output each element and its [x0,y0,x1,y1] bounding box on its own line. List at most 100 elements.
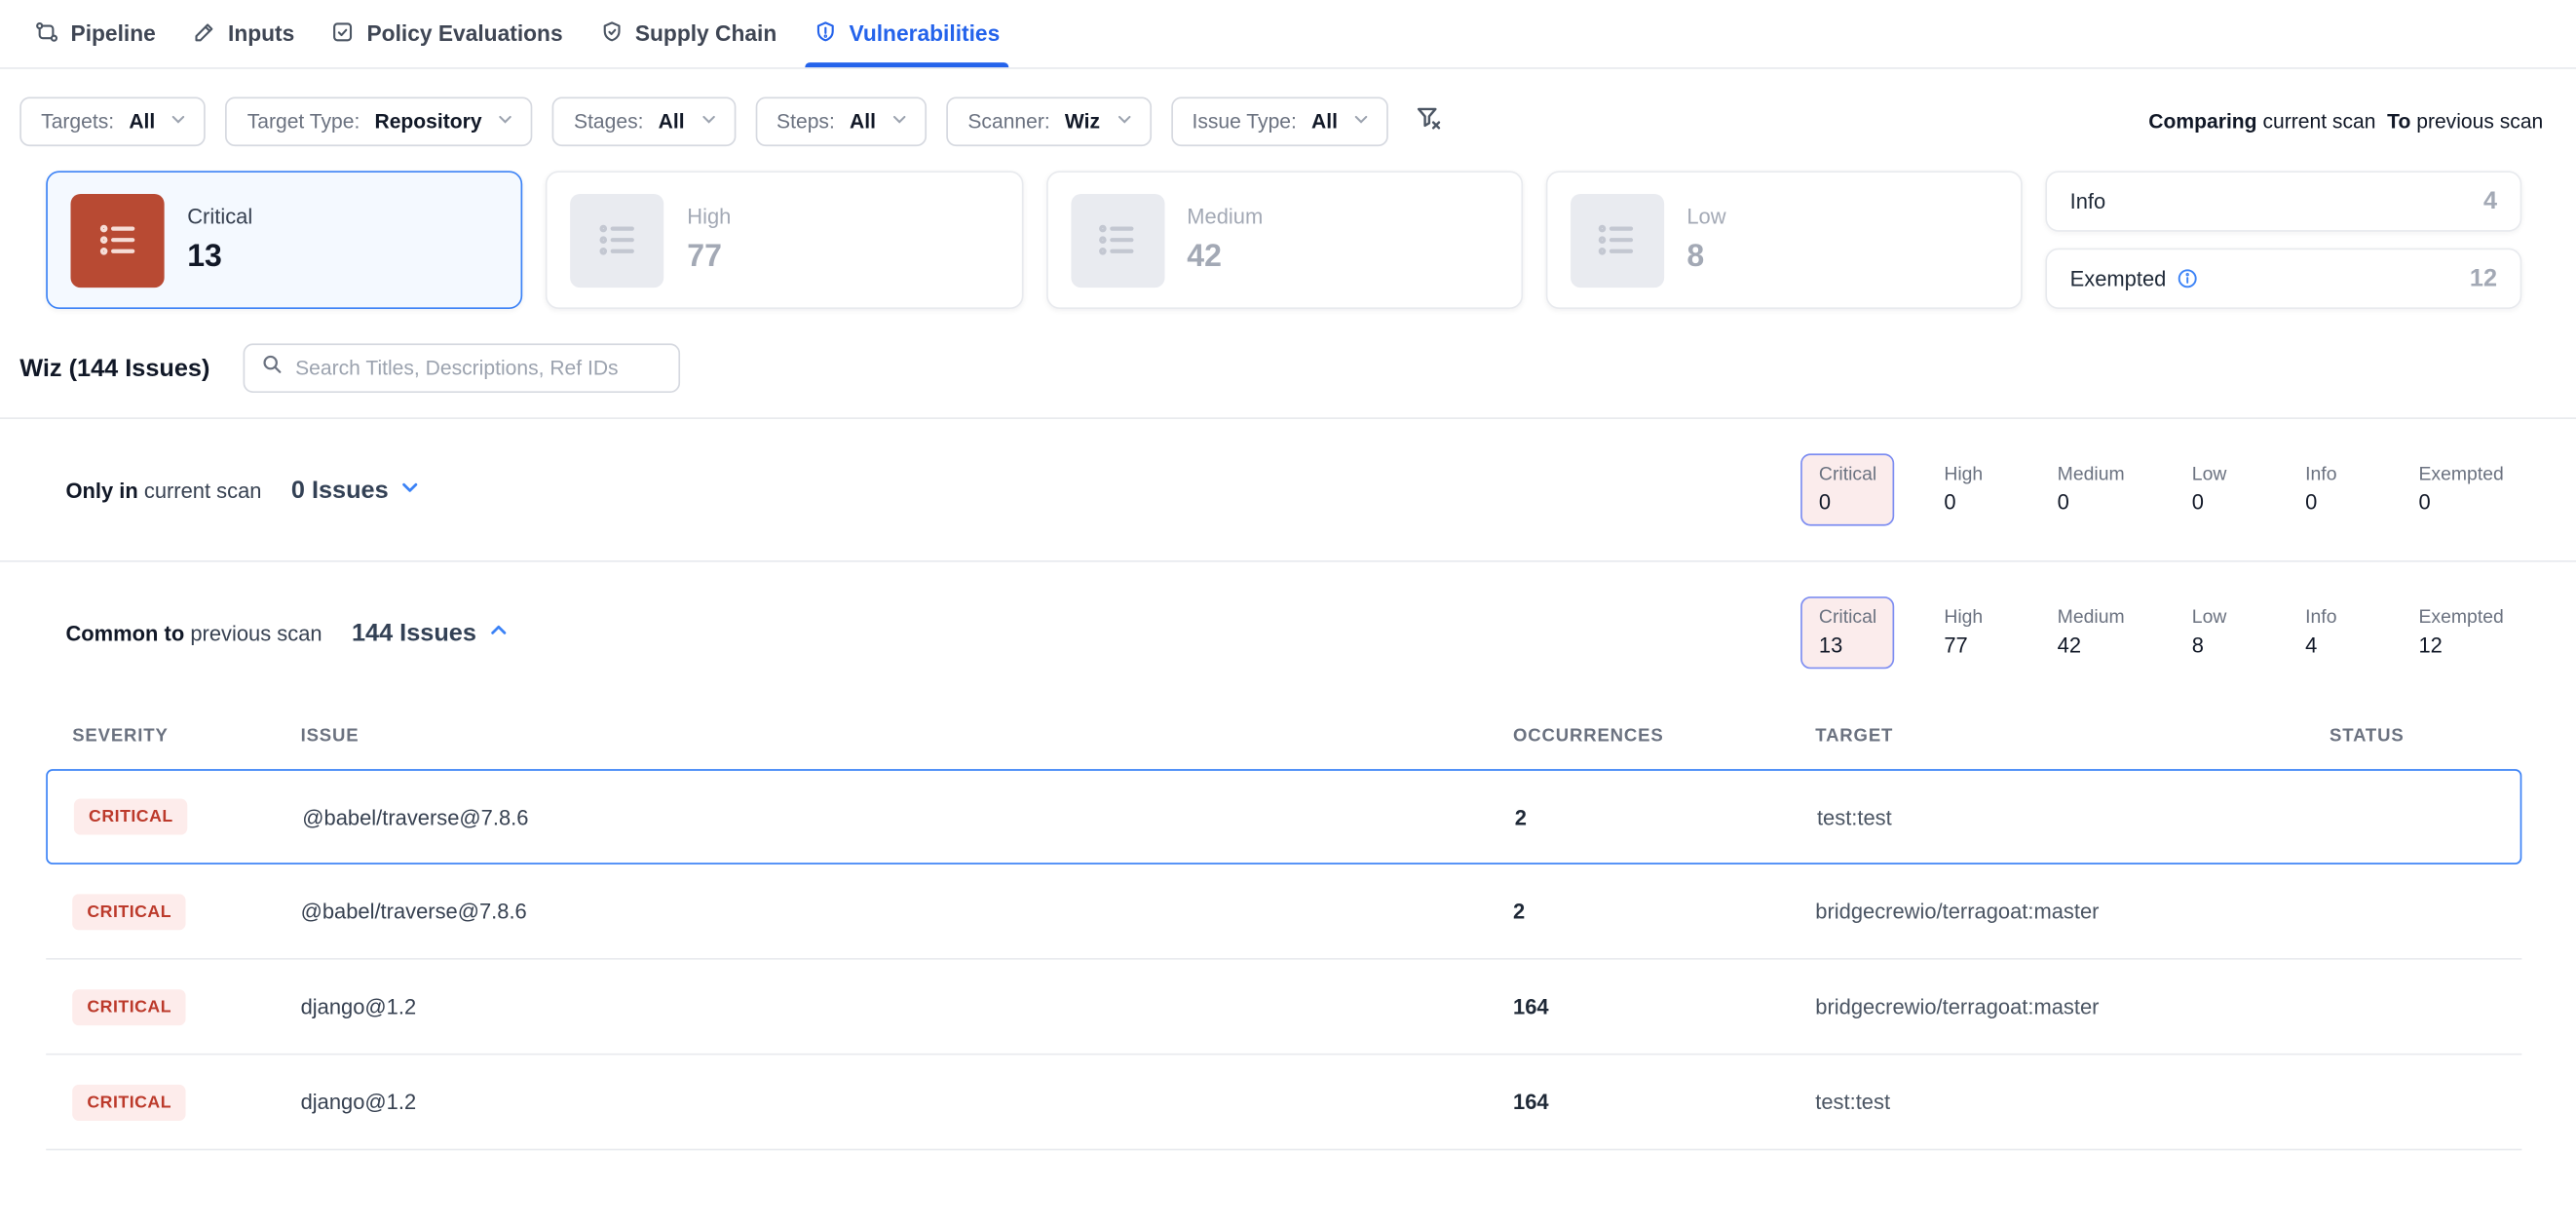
severity-card-critical[interactable]: Critical 13 [46,171,522,309]
table-row[interactable]: CRITICAL django@1.2 164 bridgecrewio/ter… [46,960,2521,1055]
chevron-down-icon [400,476,422,504]
section-toggle[interactable]: 0 Issues [291,476,422,504]
issue-cell: django@1.2 [275,994,1487,1018]
tab-inputs[interactable]: Inputs [173,0,312,67]
chip-label: Low [2192,465,2238,484]
occurrences-cell: 164 [1487,994,1789,1018]
column-header-severity: Severity [46,726,274,746]
severity-count: 8 [1686,240,1725,276]
chip-count: 12 [2418,633,2503,657]
severity-summary-row: Critical 13 High 77 Medium 42 [0,171,2576,309]
column-header-target: Target [1789,726,2303,746]
info-icon[interactable] [2176,268,2197,289]
chip-critical[interactable]: Critical 13 [1800,596,1894,669]
table-row[interactable]: CRITICAL @babel/traverse@7.8.6 2 bridgec… [46,864,2521,960]
severity-count: 77 [687,240,731,276]
severity-count: 13 [187,240,252,276]
column-header-occurrences: Occurrences [1487,726,1789,746]
inputs-icon [192,19,216,48]
medium-list-icon [1071,193,1164,287]
filter-clear-icon [1415,103,1443,139]
search-icon [261,354,283,383]
severity-badge: CRITICAL [74,799,188,835]
column-header-status: Status [2303,726,2521,746]
occurrences-cell: 2 [1487,899,1789,923]
tab-label: Policy Evaluations [366,21,562,46]
severity-card-high[interactable]: High 77 [546,171,1022,309]
section-label-scope: current scan [144,478,262,502]
chip-label: Exempted [2418,465,2503,484]
severity-chip-group: Critical 0 High 0 Medium 0 Low 0 Info 0 … [1800,453,2521,525]
issues-table: Severity Issue Occurrences Target Status… [46,704,2521,1151]
chip-label: Info [2305,608,2351,628]
top-tab-bar: Pipeline Inputs Policy Evaluations Suppl… [0,0,2576,69]
filter-label: Stages: [574,110,643,134]
chip-label: High [1944,465,1989,484]
table-row[interactable]: CRITICAL @babel/traverse@7.8.6 2 test:te… [46,769,2521,864]
chip-low[interactable]: Low 0 [2174,453,2255,525]
column-header-issue: Issue [275,726,1487,746]
filter-steps[interactable]: Steps: All [755,96,927,146]
results-title: Wiz (144 Issues) [19,354,209,382]
section-issue-count: 144 Issues [352,619,476,647]
target-cell: bridgecrewio/terragoat:master [1789,899,2303,923]
chip-label: Medium [2058,608,2125,628]
issue-cell: @babel/traverse@7.8.6 [276,804,1488,828]
chip-high[interactable]: High 77 [1926,596,2008,669]
tab-supply-chain[interactable]: Supply Chain [581,0,795,67]
tab-pipeline[interactable]: Pipeline [17,0,173,67]
chip-high[interactable]: High 0 [1926,453,2008,525]
high-list-icon [571,193,664,287]
chip-critical[interactable]: Critical 0 [1800,453,1894,525]
severity-card-medium[interactable]: Medium 42 [1045,171,1522,309]
chip-info[interactable]: Info 4 [2288,596,2369,669]
section-label-scope: previous scan [190,621,322,645]
chip-medium[interactable]: Medium 0 [2039,453,2142,525]
chip-label: Critical [1819,465,1876,484]
severity-badge: CRITICAL [72,988,186,1024]
tab-label: Vulnerabilities [849,21,1000,46]
table-row[interactable]: CRITICAL django@1.2 164 test:test [46,1055,2521,1151]
severity-chip-group: Critical 13 High 77 Medium 42 Low 8 Info… [1800,596,2521,669]
tab-label: Inputs [228,21,294,46]
filter-row: Targets: All Target Type: Repository Sta… [0,69,2576,172]
severity-card-exempted[interactable]: Exempted 12 [2045,249,2521,309]
clear-filters-button[interactable] [1415,103,1443,139]
tab-vulnerabilities[interactable]: Vulnerabilities [795,0,1018,67]
chip-count: 4 [2305,633,2351,657]
chip-exempted[interactable]: Exempted 0 [2401,453,2521,525]
filter-stages[interactable]: Stages: All [552,96,736,146]
severity-label: Low [1686,204,1725,228]
severity-label: Info [2070,189,2106,213]
chip-count: 77 [1944,633,1989,657]
filter-issue-type[interactable]: Issue Type: All [1171,96,1389,146]
filter-targets[interactable]: Targets: All [19,96,206,146]
occurrences-cell: 2 [1489,804,1791,828]
chip-count: 0 [1944,489,1989,514]
chip-low[interactable]: Low 8 [2174,596,2255,669]
chip-medium[interactable]: Medium 42 [2039,596,2142,669]
section-toggle[interactable]: 144 Issues [352,619,510,647]
section-label: Only in current scan [65,478,261,502]
filter-scanner[interactable]: Scanner: Wiz [946,96,1151,146]
severity-card-info[interactable]: Info 4 [2045,171,2521,231]
filter-value: All [129,110,155,134]
search-input[interactable] [295,357,662,380]
severity-count: 12 [2470,264,2497,292]
occurrences-cell: 164 [1487,1090,1789,1114]
filter-value: All [659,110,685,134]
severity-card-low[interactable]: Low 8 [1545,171,2022,309]
chip-exempted[interactable]: Exempted 12 [2401,596,2521,669]
search-box[interactable] [243,343,680,393]
chip-count: 8 [2192,633,2238,657]
section-issue-count: 0 Issues [291,476,389,504]
chip-count: 0 [2192,489,2238,514]
tab-policy-evaluations[interactable]: Policy Evaluations [313,0,581,67]
chevron-down-icon [890,110,909,134]
filter-target-type[interactable]: Target Type: Repository [226,96,533,146]
filter-value: All [1311,110,1338,134]
chip-info[interactable]: Info 0 [2288,453,2369,525]
chevron-down-icon [1115,110,1133,134]
severity-label: Medium [1187,204,1263,228]
info-exempted-column: Info 4 Exempted 12 [2045,171,2521,309]
